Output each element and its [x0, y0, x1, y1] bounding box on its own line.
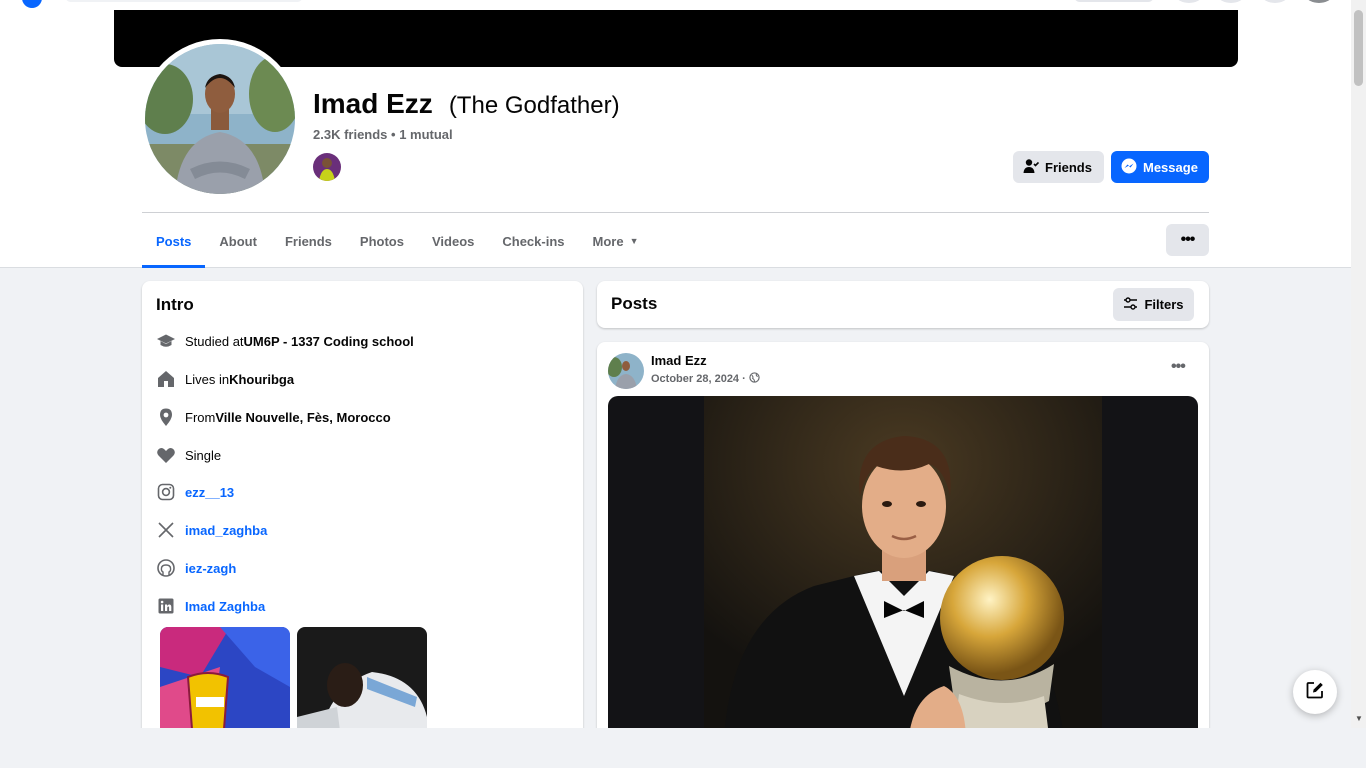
linkedin-link[interactable]: Imad Zaghba — [185, 599, 265, 614]
post-author-avatar[interactable] — [608, 353, 644, 389]
intro-title: Intro — [156, 295, 194, 314]
home-icon — [156, 369, 176, 389]
intro-relationship-value: Single — [185, 447, 222, 463]
header-divider — [142, 212, 1209, 213]
friends-button[interactable]: Friends — [1013, 151, 1104, 183]
graduation-cap-icon — [156, 331, 176, 351]
intro-lives-in-value[interactable]: Khouribga — [229, 372, 294, 387]
intro-education: Studied at UM6P - 1337 Coding school — [156, 329, 414, 353]
profile-tabs: Posts About Friends Photos Videos Check-… — [142, 214, 653, 268]
nav-pill[interactable] — [1074, 0, 1154, 2]
profile-name: Imad Ezz — [313, 88, 433, 119]
search-input[interactable] — [65, 0, 303, 2]
post-menu-button[interactable]: ••• — [1171, 358, 1186, 376]
tab-check-ins[interactable]: Check-ins — [488, 214, 578, 268]
tab-label: Friends — [284, 233, 332, 249]
caret-down-icon: ▼ — [629, 236, 639, 246]
tab-posts[interactable]: Posts — [142, 214, 206, 268]
tab-label: Check-ins — [502, 233, 565, 249]
filters-label: Filters — [1144, 297, 1184, 312]
post-author-name[interactable]: Imad Ezz — [651, 353, 707, 368]
scroll-down-arrow-icon[interactable]: ▼ — [1355, 714, 1363, 723]
scrollbar-thumb[interactable] — [1354, 10, 1363, 86]
top-nav-bar — [0, 0, 1351, 10]
intro-card: Intro Studied at UM6P - 1337 Coding scho… — [142, 281, 583, 741]
intro-education-value[interactable]: UM6P - 1337 Coding school — [244, 334, 414, 349]
more-dots-icon: ••• — [1180, 231, 1196, 248]
page-bottom-strip — [0, 728, 1366, 768]
filters-button[interactable]: Filters — [1113, 288, 1194, 321]
post-card: Imad Ezz October 28, 2024 · ••• — [597, 342, 1209, 742]
featured-photo[interactable] — [297, 627, 427, 741]
github-icon — [156, 558, 176, 578]
x-icon — [156, 520, 176, 540]
intro-github: iez-zagh — [156, 556, 236, 580]
mutual-friend-avatar[interactable] — [313, 153, 341, 181]
account-avatar[interactable] — [1306, 0, 1332, 3]
tab-videos[interactable]: Videos — [418, 214, 488, 268]
location-pin-icon — [156, 407, 176, 427]
sliders-icon — [1123, 296, 1138, 314]
posts-title: Posts — [611, 294, 658, 313]
profile-name-row: Imad Ezz (The Godfather) — [313, 88, 620, 120]
instagram-link[interactable]: ezz__13 — [185, 485, 234, 500]
tab-label: Photos — [359, 233, 404, 249]
intro-relationship: Single — [156, 443, 221, 467]
tab-friends[interactable]: Friends — [271, 214, 346, 268]
intro-instagram: ezz__13 — [156, 480, 234, 504]
intro-x: imad_zaghba — [156, 518, 267, 542]
intro-lives-in-prefix: Lives in — [185, 371, 230, 387]
profile-nickname: (The Godfather) — [448, 92, 620, 119]
intro-from-value[interactable]: Ville Nouvelle, Fès, Morocco — [215, 410, 390, 425]
post-date[interactable]: October 28, 2024 · — [651, 373, 746, 385]
page-scrollbar[interactable]: ▼ — [1351, 0, 1366, 728]
tab-label: About — [219, 233, 257, 249]
featured-photo[interactable] — [160, 627, 290, 741]
intro-education-prefix: Studied at — [185, 333, 244, 349]
avatar — [145, 44, 295, 194]
tab-label: Posts — [156, 233, 192, 249]
message-button-label: Message — [1143, 159, 1198, 175]
heart-icon — [156, 445, 176, 465]
intro-linkedin: Imad Zaghba — [156, 594, 265, 618]
tab-label: More — [592, 233, 624, 249]
tab-label: Videos — [431, 233, 475, 249]
tab-more[interactable]: More ▼ — [579, 214, 653, 268]
github-link[interactable]: iez-zagh — [185, 561, 236, 576]
messenger-icon — [1121, 158, 1137, 177]
intro-from-prefix: From — [185, 409, 216, 425]
profile-more-options-button[interactable]: ••• — [1166, 224, 1209, 256]
menu-icon[interactable] — [1176, 0, 1202, 3]
facebook-logo-icon[interactable] — [22, 0, 42, 8]
friends-count[interactable]: 2.3K friends • 1 mutual — [313, 127, 453, 142]
tab-about[interactable]: About — [205, 214, 271, 268]
new-message-button[interactable] — [1293, 670, 1337, 714]
profile-header: Imad Ezz (The Godfather) 2.3K friends • … — [0, 10, 1351, 268]
notifications-icon[interactable] — [1262, 0, 1288, 3]
post-image[interactable] — [608, 396, 1198, 736]
friends-button-label: Friends — [1045, 159, 1092, 175]
x-link[interactable]: imad_zaghba — [185, 523, 267, 538]
post-meta: October 28, 2024 · — [651, 372, 760, 386]
intro-lives-in: Lives in Khouribga — [156, 367, 294, 391]
profile-picture[interactable] — [140, 39, 300, 199]
friend-check-icon — [1023, 158, 1040, 177]
globe-icon — [749, 372, 760, 386]
posts-header-card: Posts Filters — [597, 281, 1209, 328]
compose-icon — [1305, 680, 1325, 705]
message-button[interactable]: Message — [1111, 151, 1209, 183]
intro-from: From Ville Nouvelle, Fès, Morocco — [156, 405, 391, 429]
linkedin-icon — [156, 596, 176, 616]
cover-photo[interactable] — [114, 10, 1238, 67]
instagram-icon — [156, 482, 176, 502]
tab-photos[interactable]: Photos — [346, 214, 418, 268]
messenger-icon[interactable] — [1218, 0, 1244, 3]
